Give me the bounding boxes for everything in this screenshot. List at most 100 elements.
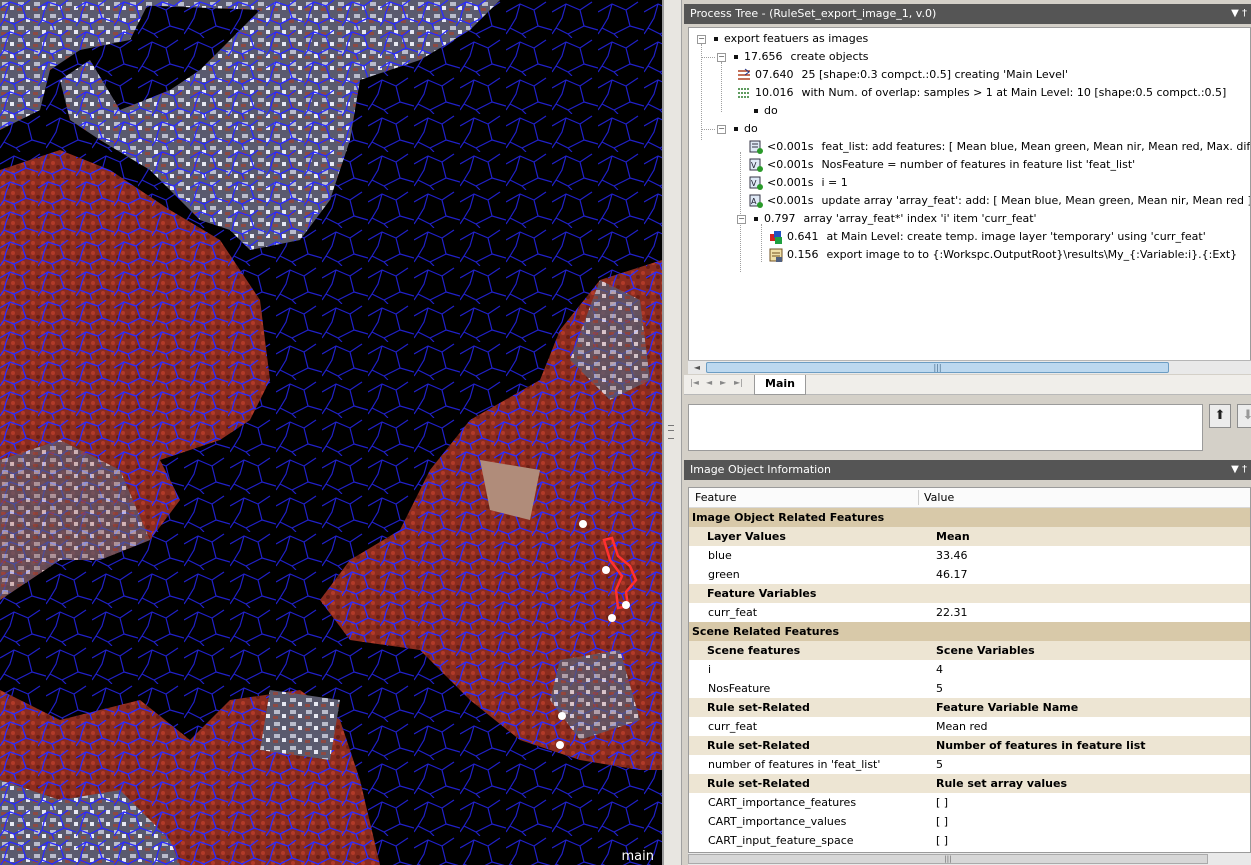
process-tree-title-bar: Process Tree - (RuleSet_export_image_1, …: [684, 4, 1251, 24]
subgroup-row[interactable]: Layer Values Mean: [689, 527, 1250, 546]
value-cell: [ ]: [936, 834, 949, 847]
tree-row[interactable]: 07.640 25 [shape:0.3 compct.:0.5] creatin…: [737, 66, 1068, 84]
value-cell: Mean: [936, 530, 970, 543]
tab-first-icon[interactable]: |◄: [690, 378, 699, 387]
process-tree-title: Process Tree - (RuleSet_export_image_1, …: [690, 7, 937, 20]
move-down-button[interactable]: ⬇: [1237, 404, 1251, 428]
feature-cell: green: [708, 568, 740, 581]
pin-icon[interactable]: ▼ †: [1231, 460, 1247, 480]
table-row[interactable]: CART_importance_values [ ]: [689, 812, 1250, 831]
value-cell: 5: [936, 682, 943, 695]
scrollbar-thumb[interactable]: |||: [706, 362, 1169, 373]
subgroup-row[interactable]: Rule set-Related Rule set array values: [689, 774, 1250, 793]
tree-row[interactable]: − 17.656 create objects: [717, 48, 869, 66]
tree-row[interactable]: − export featuers as images: [697, 30, 868, 48]
column-header-feature[interactable]: Feature: [695, 491, 737, 504]
tab-next-icon[interactable]: ►: [720, 378, 726, 387]
feature-cell: Layer Values: [707, 530, 786, 543]
group-row[interactable]: Scene Related Features: [689, 622, 1250, 641]
column-header-value[interactable]: Value: [924, 491, 954, 504]
table-row[interactable]: CART_importance_features [ ]: [689, 793, 1250, 812]
image-object-info-title: Image Object Information: [690, 463, 831, 476]
tab-prev-icon[interactable]: ◄: [706, 378, 712, 387]
feature-cell: Rule set-Related: [707, 777, 810, 790]
variable-icon: V: [749, 176, 763, 190]
table-header: Feature Value: [689, 488, 1250, 508]
value-cell: 46.17: [936, 568, 968, 581]
tree-row[interactable]: 10.016 with Num. of overlap: samples > 1 …: [737, 84, 1226, 102]
feature-cell: curr_feat: [708, 720, 758, 733]
table-row[interactable]: blue 33.46: [689, 546, 1250, 565]
scroll-left-icon[interactable]: ◄: [690, 361, 704, 374]
svg-text:A: A: [751, 197, 757, 206]
process-tree-tabbar: |◄ ◄ ► ►| Main: [684, 375, 1251, 395]
value-cell: Number of features in feature list: [936, 739, 1146, 752]
image-object-info-table[interactable]: Feature Value Image Object Related Featu…: [688, 487, 1251, 853]
group-row[interactable]: Image Object Related Features: [689, 508, 1250, 527]
feature-cell: Image Object Related Features: [692, 511, 885, 524]
table-row[interactable]: i4: [689, 660, 1250, 679]
tree-row[interactable]: do: [737, 102, 778, 120]
feature-cell: CART_input_feature_space: [708, 834, 854, 847]
process-description-box[interactable]: [688, 404, 1203, 451]
viewer-label: main: [621, 849, 654, 864]
feature-cell: Rule set-Related: [707, 701, 810, 714]
table-row[interactable]: curr_feat Mean red: [689, 717, 1250, 736]
viewer-edge: [662, 0, 664, 865]
tab-last-icon[interactable]: ►|: [734, 378, 743, 387]
table-row[interactable]: green 46.17: [689, 565, 1250, 584]
move-up-button[interactable]: ⬆: [1209, 404, 1231, 428]
variable-icon: V: [749, 158, 763, 172]
tree-row[interactable]: A <0.001s update array 'array_feat': add: …: [749, 192, 1250, 210]
table-row[interactable]: CART_input_feature_space [ ]: [689, 831, 1250, 850]
info-hscrollbar[interactable]: |||: [688, 853, 1251, 865]
segmentation-icon: [737, 68, 751, 82]
tree-row[interactable]: 0.156 export image to to {:Workspc.Output…: [769, 246, 1237, 264]
tree-row[interactable]: − do: [717, 120, 758, 138]
table-row[interactable]: curr_feat 22.31: [689, 603, 1250, 622]
segmented-image[interactable]: [0, 0, 662, 865]
image-view[interactable]: main: [0, 0, 662, 865]
feature-cell: Scene Related Features: [692, 625, 840, 638]
subgroup-row[interactable]: Rule set-Related Number of features in fe…: [689, 736, 1250, 755]
pin-icon[interactable]: ▼ †: [1231, 4, 1247, 24]
feature-cell: Rule set-Related: [707, 739, 810, 752]
tab-main[interactable]: Main: [754, 375, 806, 395]
svg-text:V: V: [751, 179, 757, 188]
svg-text:V: V: [751, 161, 757, 170]
feature-cell: i: [708, 663, 712, 676]
splitter-grip-icon[interactable]: [668, 425, 674, 439]
value-cell: Scene Variables: [936, 644, 1035, 657]
feature-cell: Feature Variables: [707, 587, 817, 600]
segmentation-icon: [737, 86, 751, 100]
subgroup-row[interactable]: Feature Variables: [689, 584, 1250, 603]
table-row[interactable]: NosFeature 5: [689, 679, 1250, 698]
export-image-icon: [769, 248, 783, 262]
vertical-splitter[interactable]: [662, 0, 682, 865]
image-layer-icon: [769, 230, 783, 244]
value-cell: [ ]: [936, 796, 949, 809]
value-cell: [ ]: [936, 815, 949, 828]
tree-row[interactable]: 0.641 at Main Level: create temp. image l…: [769, 228, 1206, 246]
tree-row[interactable]: V <0.001s i = 1: [749, 174, 848, 192]
tree-row[interactable]: V <0.001s NosFeature = number of features …: [749, 156, 1135, 174]
scrollbar-thumb[interactable]: |||: [688, 854, 1208, 864]
process-tree[interactable]: − export featuers as images − 17.656 crea…: [688, 27, 1251, 361]
feature-cell: blue: [708, 549, 732, 562]
process-tree-hscrollbar[interactable]: ◄ |||: [688, 360, 1251, 374]
feature-cell: CART_importance_features: [708, 796, 857, 809]
feature-cell: number of features in 'feat_list': [708, 758, 881, 771]
value-cell: Mean red: [936, 720, 988, 733]
subgroup-row[interactable]: Scene features Scene Variables: [689, 641, 1250, 660]
table-row[interactable]: number of features in 'feat_list' 5: [689, 755, 1250, 774]
feature-cell: curr_feat: [708, 606, 758, 619]
tree-row[interactable]: − 0.797 array 'array_feat*' index 'i' ite…: [737, 210, 1037, 228]
value-cell: 4: [936, 663, 943, 676]
array-icon: A: [749, 194, 763, 208]
value-cell: Feature Variable Name: [936, 701, 1079, 714]
tree-row[interactable]: <0.001s feat_list: add features: [ Mean b…: [749, 138, 1250, 156]
subgroup-row[interactable]: Rule set-Related Feature Variable Name: [689, 698, 1250, 717]
feature-cell: CART_importance_values: [708, 815, 847, 828]
image-object-info-title-bar: Image Object Information ▼ †: [684, 460, 1251, 480]
feature-list-icon: [749, 140, 763, 154]
